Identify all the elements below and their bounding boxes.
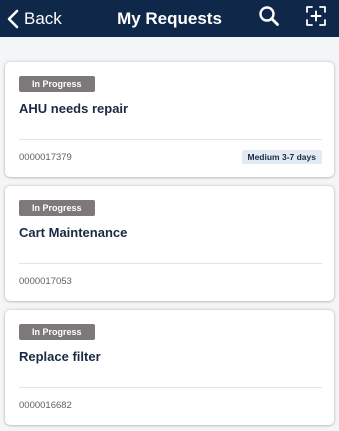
back-label: Back [24,8,62,28]
status-badge: In Progress [19,324,95,340]
search-button[interactable] [256,5,282,31]
request-card[interactable]: In Progress Cart Maintenance 0000017053 [5,186,334,301]
request-title: Replace filter [19,349,101,364]
request-title: Cart Maintenance [19,225,128,240]
card-divider [19,387,322,388]
top-app-bar: Back My Requests [0,0,339,37]
priority-badge: Medium 3-7 days [241,150,322,164]
request-number: 0000017379 [19,152,72,163]
status-badge: In Progress [19,76,95,92]
back-button[interactable]: Back [6,0,62,37]
search-icon [258,5,280,32]
request-number: 0000017053 [19,276,72,287]
add-request-icon [305,5,327,32]
request-card[interactable]: In Progress Replace filter 0000016682 [5,310,334,425]
status-badge: In Progress [19,200,95,216]
add-request-button[interactable] [303,5,329,31]
requests-list: In Progress AHU needs repair 0000017379 … [0,37,339,431]
card-divider [19,139,322,140]
request-card[interactable]: In Progress AHU needs repair 0000017379 … [5,62,334,177]
request-number: 0000016682 [19,400,72,411]
card-divider [19,263,322,264]
chevron-left-icon [6,9,20,29]
request-title: AHU needs repair [19,101,129,116]
